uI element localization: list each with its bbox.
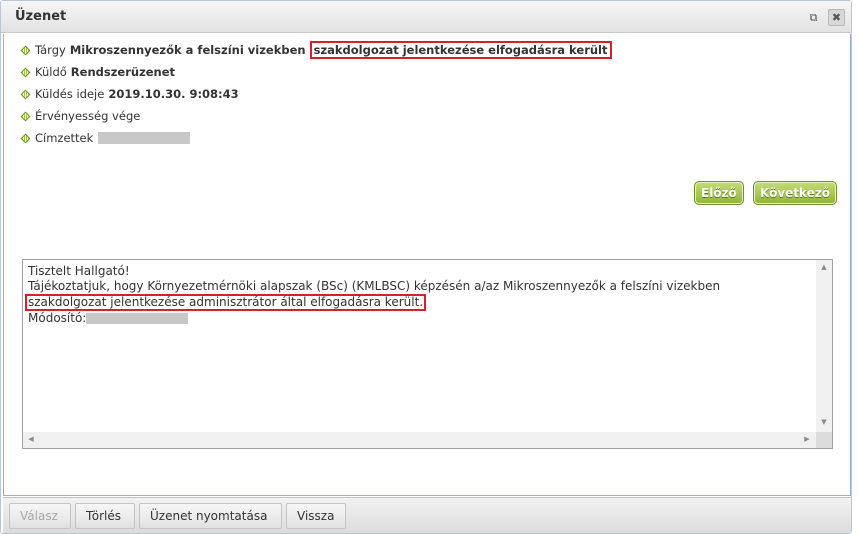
- sent-label: Küldés ideje: [35, 87, 105, 101]
- dialog-body: Tárgy Mikroszennyezők a felszíni vizekbe…: [3, 34, 851, 496]
- subject-label: Tárgy: [35, 43, 66, 57]
- bullet-icon: [20, 89, 31, 99]
- bullet-icon: [20, 111, 31, 121]
- subject-highlight: szakdolgozat jelentkezése elfogadásra ke…: [309, 41, 612, 59]
- scroll-down-icon[interactable]: ▼: [816, 418, 832, 426]
- vertical-scrollbar[interactable]: ▲ ▼: [816, 260, 832, 432]
- close-icon[interactable]: ✖: [828, 9, 845, 26]
- subject-row: Tárgy Mikroszennyezők a felszíni vizekbe…: [20, 39, 612, 61]
- dialog-title: Üzenet: [15, 9, 67, 24]
- delete-button[interactable]: Törlés: [75, 503, 135, 529]
- message-dialog: Üzenet ⧉ ✖ Tárgy Mikroszennyezők a felsz…: [0, 0, 852, 534]
- dialog-titlebar[interactable]: Üzenet ⧉ ✖: [1, 1, 851, 33]
- message-body-box[interactable]: Tisztelt Hallgató! Tájékoztatjuk, hogy K…: [22, 259, 833, 449]
- scroll-up-icon[interactable]: ▲: [816, 263, 832, 271]
- expiry-label: Érvényesség vége: [35, 109, 141, 123]
- sender-value: Rendszerüzenet: [70, 65, 176, 79]
- recipients-row: Címzettek: [20, 127, 612, 149]
- sender-row: Küldő Rendszerüzenet: [20, 61, 612, 83]
- bullet-icon: [20, 133, 31, 143]
- reply-button[interactable]: Válasz: [9, 503, 71, 529]
- message-line: Tisztelt Hallgató!: [28, 264, 130, 278]
- sent-value: 2019.10.30. 9:08:43: [108, 87, 239, 101]
- bullet-icon: [20, 67, 31, 77]
- message-highlight: szakdolgozat jelentkezése adminisztrátor…: [25, 294, 427, 311]
- scrollbar-corner: [816, 432, 832, 448]
- next-button[interactable]: Következő: [753, 181, 837, 205]
- message-line: Tájékoztatjuk, hogy Környezetmérnöki ala…: [28, 279, 721, 293]
- bullet-icon: [20, 45, 31, 55]
- scroll-right-icon[interactable]: ▶: [799, 435, 815, 443]
- message-text: Tisztelt Hallgató! Tájékoztatjuk, hogy K…: [25, 264, 813, 326]
- scroll-left-icon[interactable]: ◀: [23, 435, 39, 443]
- subject-value: Mikroszennyezők a felszíni vizekben: [69, 43, 306, 57]
- modifier-label: Módosító:: [28, 311, 87, 325]
- modifier-redacted: [86, 313, 189, 324]
- print-button[interactable]: Üzenet nyomtatása: [139, 503, 282, 529]
- back-button[interactable]: Vissza: [286, 503, 346, 529]
- sender-label: Küldő: [35, 65, 67, 79]
- expiry-row: Érvényesség vége: [20, 105, 612, 127]
- horizontal-scrollbar[interactable]: ◀ ▶: [23, 432, 816, 448]
- restore-icon[interactable]: ⧉: [805, 9, 822, 26]
- message-meta: Tárgy Mikroszennyezők a felszíni vizekbe…: [20, 39, 612, 149]
- dialog-footer: Válasz Törlés Üzenet nyomtatása Vissza: [3, 497, 851, 533]
- previous-button[interactable]: Előző: [694, 181, 744, 205]
- sent-row: Küldés ideje 2019.10.30. 9:08:43: [20, 83, 612, 105]
- recipients-label: Címzettek: [35, 131, 94, 145]
- recipients-redacted: [98, 132, 191, 144]
